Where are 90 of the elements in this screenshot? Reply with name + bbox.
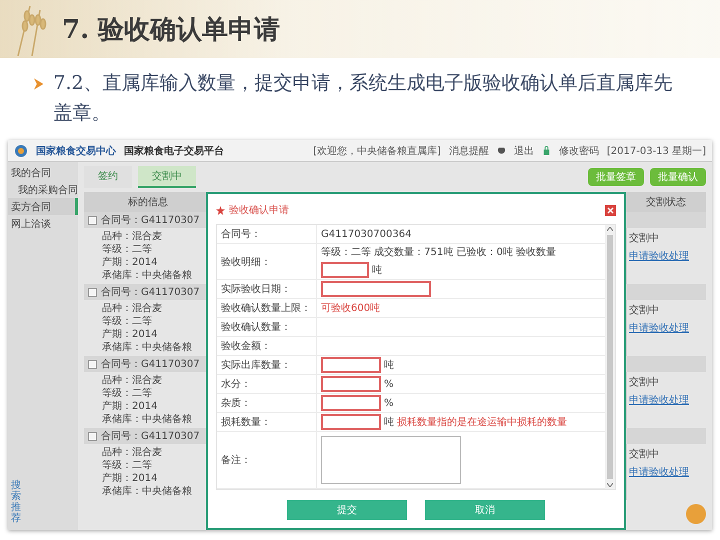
- table-cell-text: 承储库：中央储备粮: [102, 485, 193, 498]
- field-label: 实际验收日期：: [217, 280, 317, 298]
- dialog-button[interactable]: 取消: [425, 500, 545, 520]
- action-link[interactable]: 申请验收处理: [629, 321, 704, 335]
- input-field[interactable]: [321, 414, 381, 430]
- limit-text: 可验收600吨: [321, 302, 380, 315]
- field-label: 水分：: [217, 375, 317, 393]
- field-label: 验收确认数量上限：: [217, 299, 317, 317]
- table-cell-text: 等级：二等: [102, 315, 153, 328]
- field-label: 备注：: [217, 432, 317, 488]
- bullet-arrow-icon: [34, 78, 44, 90]
- contract-number: 合同号：G41170307: [101, 214, 200, 226]
- bullet-text: 7.2、直属库输入数量，提交申请，系统生成电子版验收确认单后直属库先盖章。: [53, 71, 674, 126]
- column-header: 交割状态: [626, 192, 706, 212]
- toolbar-button[interactable]: 批量签章: [588, 168, 644, 186]
- hint-text: 损耗数量指的是在途运输中损耗的数量: [397, 416, 567, 429]
- checkbox[interactable]: [88, 216, 97, 224]
- scroll-up-icon[interactable]: [607, 227, 613, 231]
- field-label: 合同号：: [217, 225, 317, 243]
- welcome-text: [欢迎您，中央储备粮直属库]: [313, 144, 441, 158]
- table-cell-text: 品种：混合麦: [102, 302, 163, 315]
- input-field[interactable]: [321, 376, 381, 392]
- action-link[interactable]: 申请验收处理: [629, 393, 704, 407]
- input-field[interactable]: [321, 262, 369, 278]
- close-button[interactable]: [605, 204, 616, 216]
- field-label: 验收明细：: [217, 244, 317, 279]
- table-cell-text: 承储库：中央储备粮: [102, 269, 193, 282]
- input-field[interactable]: [321, 357, 381, 373]
- action-link[interactable]: 申请验收处理: [629, 465, 704, 479]
- star-icon: [216, 206, 225, 214]
- unit-text: 吨: [372, 264, 382, 277]
- platform-title: 国家粮食电子交易平台: [124, 144, 224, 158]
- status-text: 交割中: [629, 232, 660, 245]
- checkbox[interactable]: [88, 432, 97, 440]
- contract-number: 合同号：G41170307: [101, 430, 200, 442]
- table-cell-text: 等级：二等: [102, 243, 153, 256]
- checkbox[interactable]: [88, 288, 97, 296]
- input-field[interactable]: [321, 395, 381, 411]
- tab[interactable]: 交割中: [138, 166, 196, 188]
- detail-text: 等级：二等 成交数量：751吨 已验收：0吨 验收数量: [321, 246, 556, 259]
- table-cell-text: 品种：混合麦: [102, 446, 163, 459]
- contract-number: 合同号：G41170307: [101, 286, 200, 298]
- table-cell-text: 产期：2014: [102, 400, 158, 413]
- scrollbar[interactable]: [605, 225, 615, 489]
- status-text: 交割中: [629, 376, 660, 389]
- unit-text: 吨: [384, 416, 394, 429]
- date-text: [2017-03-13 星期一]: [606, 144, 706, 158]
- field-label: 实际出库数量：: [217, 356, 317, 374]
- checkbox[interactable]: [88, 360, 97, 368]
- table-cell-text: 品种：混合麦: [102, 374, 163, 387]
- table-cell-text: 承储库：中央储备粮: [102, 341, 193, 354]
- table-cell-text: 等级：二等: [102, 387, 153, 400]
- toolbar-button[interactable]: 批量确认: [650, 168, 706, 186]
- messages-link[interactable]: 消息提醒: [448, 144, 489, 158]
- sidebar-item[interactable]: 网上洽谈: [8, 215, 78, 232]
- logo-text: 国家粮食交易中心: [36, 144, 116, 158]
- dialog-button[interactable]: 提交: [287, 500, 407, 520]
- logout-link[interactable]: 退出: [514, 144, 534, 158]
- unit-text: 吨: [384, 358, 394, 372]
- unit-text: %: [384, 378, 394, 390]
- contract-number: 合同号：G41170307: [101, 358, 200, 370]
- field-label: 损耗数量：: [217, 413, 317, 431]
- scroll-down-icon[interactable]: [607, 483, 613, 487]
- status-text: 交割中: [629, 304, 660, 317]
- slide-title: 7. 验收确认单申请: [62, 14, 280, 46]
- sidebar-item[interactable]: 我的合同: [8, 164, 78, 181]
- field-label: 验收确认数量：: [217, 318, 317, 336]
- lock-icon: [542, 146, 551, 155]
- action-link[interactable]: 申请验收处理: [629, 249, 704, 263]
- status-text: 交割中: [629, 448, 660, 461]
- unit-text: %: [384, 398, 394, 408]
- remark-field[interactable]: [321, 436, 461, 484]
- table-cell-text: 产期：2014: [102, 328, 158, 341]
- sidebar-item[interactable]: 卖方合同: [8, 198, 78, 215]
- field-label: 验收金额：: [217, 337, 317, 355]
- input-field[interactable]: [321, 281, 431, 297]
- password-link[interactable]: 修改密码: [558, 144, 599, 158]
- tab[interactable]: 签约: [84, 166, 132, 188]
- chat-icon[interactable]: [686, 504, 706, 524]
- table-cell-text: 产期：2014: [102, 256, 158, 269]
- field-label: 杂质：: [217, 394, 317, 412]
- dialog-title: 验收确认申请: [229, 204, 290, 217]
- sidebar-item[interactable]: 我的采购合同: [8, 181, 78, 198]
- table-cell-text: 承储库：中央储备粮: [102, 413, 193, 426]
- table-cell-text: 产期：2014: [102, 472, 158, 485]
- table-cell-text: 等级：二等: [102, 459, 153, 472]
- field-value: G4117030700364: [321, 228, 412, 240]
- side-tab[interactable]: 搜索推荐: [11, 480, 21, 524]
- table-cell-text: 品种：混合麦: [102, 230, 163, 243]
- logo-icon: [14, 144, 28, 158]
